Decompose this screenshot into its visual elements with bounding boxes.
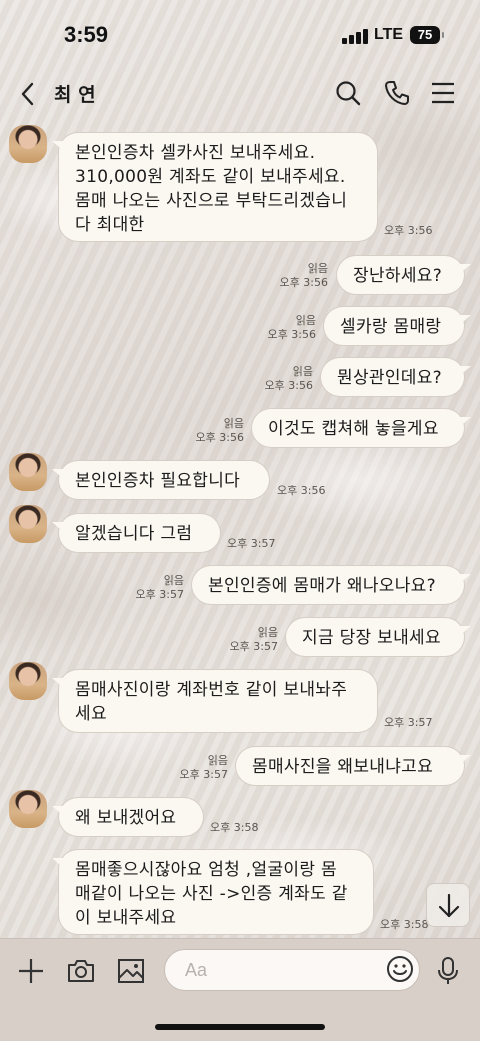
message-input[interactable]: Aa <box>164 949 420 991</box>
signal-icon <box>342 28 368 44</box>
back-button[interactable] <box>14 78 44 110</box>
outgoing-message[interactable]: 본인인증에 몸매가 왜나오나요? <box>191 565 465 605</box>
avatar[interactable] <box>9 453 47 491</box>
chevron-left-icon <box>21 82 34 106</box>
incoming-message[interactable]: 왜 보내겠어요 <box>58 797 204 837</box>
message-time: 오후 3:57 <box>227 537 276 550</box>
outgoing-message[interactable]: 몸매사진을 왜보내냐고요 <box>235 746 465 786</box>
phone-icon <box>385 81 409 105</box>
battery-icon: 75 <box>410 26 444 44</box>
incoming-message[interactable]: 몸매좋으시잖아요 엄청 ,얼굴이랑 몸 매같이 나오는 사진 ->인증 계좌도 … <box>58 849 374 935</box>
menu-button[interactable] <box>428 78 458 108</box>
search-button[interactable] <box>333 78 363 108</box>
outgoing-message[interactable]: 이것도 캡쳐해 놓을게요 <box>251 408 465 448</box>
camera-icon <box>68 960 94 982</box>
avatar[interactable] <box>9 662 47 700</box>
status-bar: 3:59 LTE 75 <box>0 0 480 70</box>
avatar[interactable] <box>9 790 47 828</box>
call-button[interactable] <box>382 78 412 108</box>
message-meta: 읽음 오후 3:57 <box>135 574 184 601</box>
microphone-icon <box>438 957 458 984</box>
message-meta: 읽음 오후 3:57 <box>179 754 228 781</box>
menu-icon <box>432 82 454 104</box>
message-meta: 읽음 오후 3:57 <box>229 626 278 653</box>
incoming-message[interactable]: 알겠습니다 그럼 <box>58 513 221 553</box>
message-time: 오후 3:56 <box>384 224 433 237</box>
home-indicator <box>155 1024 325 1030</box>
incoming-message[interactable]: 본인인증차 필요합니다 <box>58 460 270 500</box>
outgoing-message[interactable]: 셀카랑 몸매랑 <box>323 306 465 346</box>
incoming-message[interactable]: 본인인증차 셀카사진 보내주세요. 310,000원 계좌도 같이 보내주세요.… <box>58 132 378 242</box>
gallery-button[interactable] <box>115 955 147 987</box>
outgoing-message[interactable]: 지금 당장 보내세요 <box>285 617 465 657</box>
add-button[interactable] <box>15 955 47 987</box>
message-meta: 읽음 오후 3:56 <box>267 314 316 341</box>
message-time: 오후 3:56 <box>277 484 326 497</box>
mic-button[interactable] <box>432 955 464 987</box>
status-time: 3:59 <box>64 22 109 47</box>
emoji-button[interactable] <box>384 953 416 985</box>
contact-name: 최 연 <box>54 84 96 106</box>
avatar[interactable] <box>9 505 47 543</box>
plus-icon <box>19 959 43 983</box>
message-meta: 읽음 오후 3:56 <box>279 262 328 289</box>
network-label: LTE <box>374 26 404 43</box>
scroll-to-bottom-button[interactable] <box>426 883 470 927</box>
avatar[interactable] <box>9 125 47 163</box>
message-meta: 읽음 오후 3:56 <box>195 417 244 444</box>
image-icon <box>118 959 144 983</box>
message-time: 오후 3:58 <box>380 918 429 931</box>
message-meta: 읽음 오후 3:56 <box>264 365 313 392</box>
outgoing-message[interactable]: 뭔상관인데요? <box>320 357 465 397</box>
message-time: 오후 3:57 <box>384 716 433 729</box>
arrow-down-icon <box>438 893 460 918</box>
incoming-message[interactable]: 몸매사진이랑 계좌번호 같이 보내놔주 세요 <box>58 669 378 733</box>
emoji-icon <box>387 956 413 982</box>
message-time: 오후 3:58 <box>210 821 259 834</box>
outgoing-message[interactable]: 장난하세요? <box>336 255 465 295</box>
chat-header: 최 연 <box>0 70 480 118</box>
search-icon <box>336 81 361 106</box>
camera-button[interactable] <box>65 955 97 987</box>
